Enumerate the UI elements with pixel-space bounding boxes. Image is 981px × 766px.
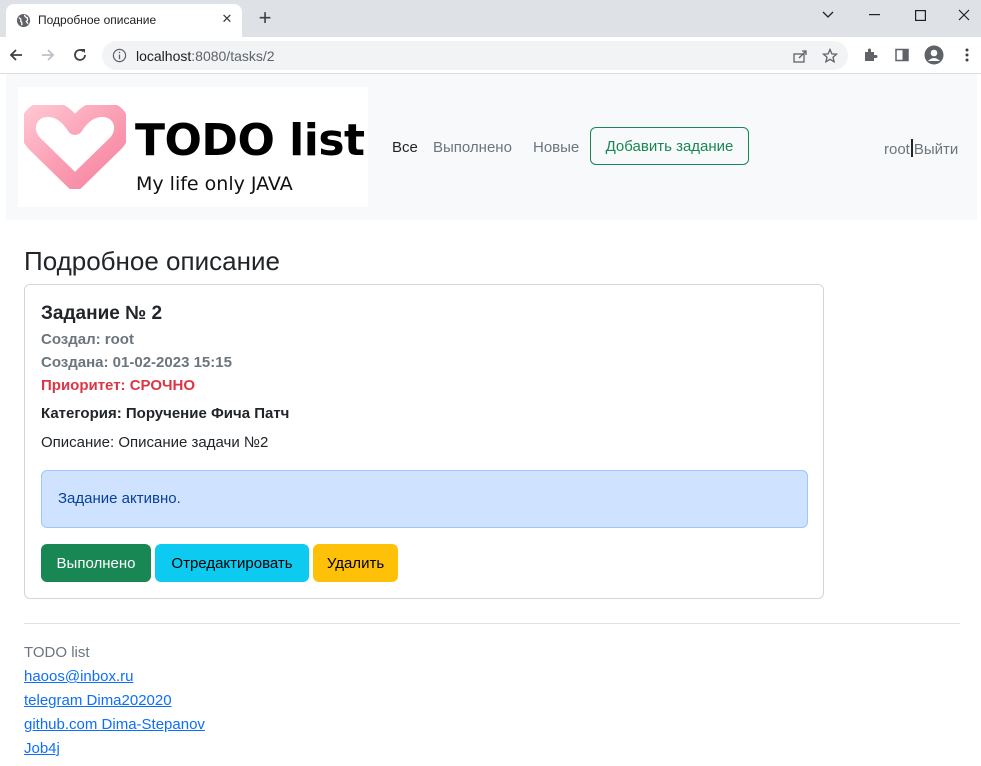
- footer-telegram-link[interactable]: telegram Dima202020: [24, 692, 172, 709]
- footer-job4j-link[interactable]: Job4j: [24, 740, 60, 757]
- task-card: Задание № 2 Создал: root Создана: 01-02-…: [24, 284, 824, 599]
- logo-subtitle: My life only JAVA: [136, 173, 293, 195]
- address-bar[interactable]: localhost:8080/tasks/2: [102, 41, 848, 70]
- new-tab-button[interactable]: +: [255, 7, 275, 29]
- status-text: Задание активно.: [58, 490, 181, 507]
- nav-link-all[interactable]: Все: [392, 139, 418, 156]
- nav-link-done[interactable]: Выполнено: [433, 139, 512, 156]
- page-title: Подробное описание: [24, 246, 280, 276]
- edit-button[interactable]: Отредактировать: [155, 544, 309, 582]
- profile-avatar-icon[interactable]: [922, 43, 946, 67]
- forward-arrow-icon[interactable]: [36, 43, 60, 67]
- info-icon[interactable]: [112, 48, 127, 63]
- delete-button[interactable]: Удалить: [313, 544, 398, 582]
- task-created-date: Создана: 01-02-2023 15:15: [41, 354, 232, 371]
- close-tab-icon[interactable]: ✕: [220, 12, 234, 26]
- task-category: Категория: Поручение Фича Патч: [41, 405, 290, 422]
- tab-title: Подробное описание: [38, 13, 157, 27]
- reload-icon[interactable]: [68, 43, 92, 67]
- extensions-puzzle-icon[interactable]: [858, 43, 882, 67]
- maximize-icon[interactable]: [897, 0, 943, 30]
- share-icon[interactable]: [788, 44, 812, 68]
- bookmark-star-icon[interactable]: [818, 44, 842, 68]
- menu-kebab-icon[interactable]: [955, 43, 979, 67]
- footer-title: TODO list: [24, 644, 90, 661]
- globe-icon: [16, 13, 31, 28]
- heart-logo-icon: [24, 105, 126, 189]
- minimize-icon[interactable]: [851, 0, 897, 30]
- back-arrow-icon[interactable]: [4, 43, 28, 67]
- browser-tab-bar: Подробное описание ✕ +: [0, 0, 981, 37]
- status-alert: Задание активно.: [41, 470, 808, 528]
- footer-divider: [24, 623, 960, 624]
- logo[interactable]: TODO list My life only JAVA: [18, 87, 368, 207]
- logo-title: TODO list: [135, 115, 365, 166]
- add-task-button[interactable]: Добавить задание: [590, 127, 749, 165]
- logout-link[interactable]: Выйти: [914, 141, 958, 158]
- user-name: root: [884, 141, 910, 158]
- side-panel-icon[interactable]: [890, 43, 914, 67]
- url-text: localhost:8080/tasks/2: [136, 48, 275, 64]
- browser-toolbar: localhost:8080/tasks/2: [0, 37, 981, 74]
- browser-tab[interactable]: Подробное описание ✕: [6, 4, 242, 37]
- close-window-icon[interactable]: [941, 0, 981, 30]
- page-content: TODO list My life only JAVA Все Выполнен…: [0, 74, 981, 766]
- task-priority: Приоритет: СРОЧНО: [41, 377, 196, 394]
- footer-email-link[interactable]: haoos@inbox.ru: [24, 668, 133, 685]
- navbar: TODO list My life only JAVA Все Выполнен…: [6, 74, 977, 220]
- mark-done-button[interactable]: Выполнено: [41, 544, 151, 582]
- nav-link-new[interactable]: Новые: [533, 139, 579, 156]
- footer-github-link[interactable]: github.com Dima-Stepanov: [24, 716, 205, 733]
- user-block: root Выйти: [884, 139, 958, 158]
- separator: [910, 139, 913, 157]
- task-creator: Создал: root: [41, 331, 134, 348]
- tab-search-icon[interactable]: [805, 0, 851, 30]
- task-title: Задание № 2: [41, 303, 163, 324]
- task-description: Описание: Описание задачи №2: [41, 434, 269, 451]
